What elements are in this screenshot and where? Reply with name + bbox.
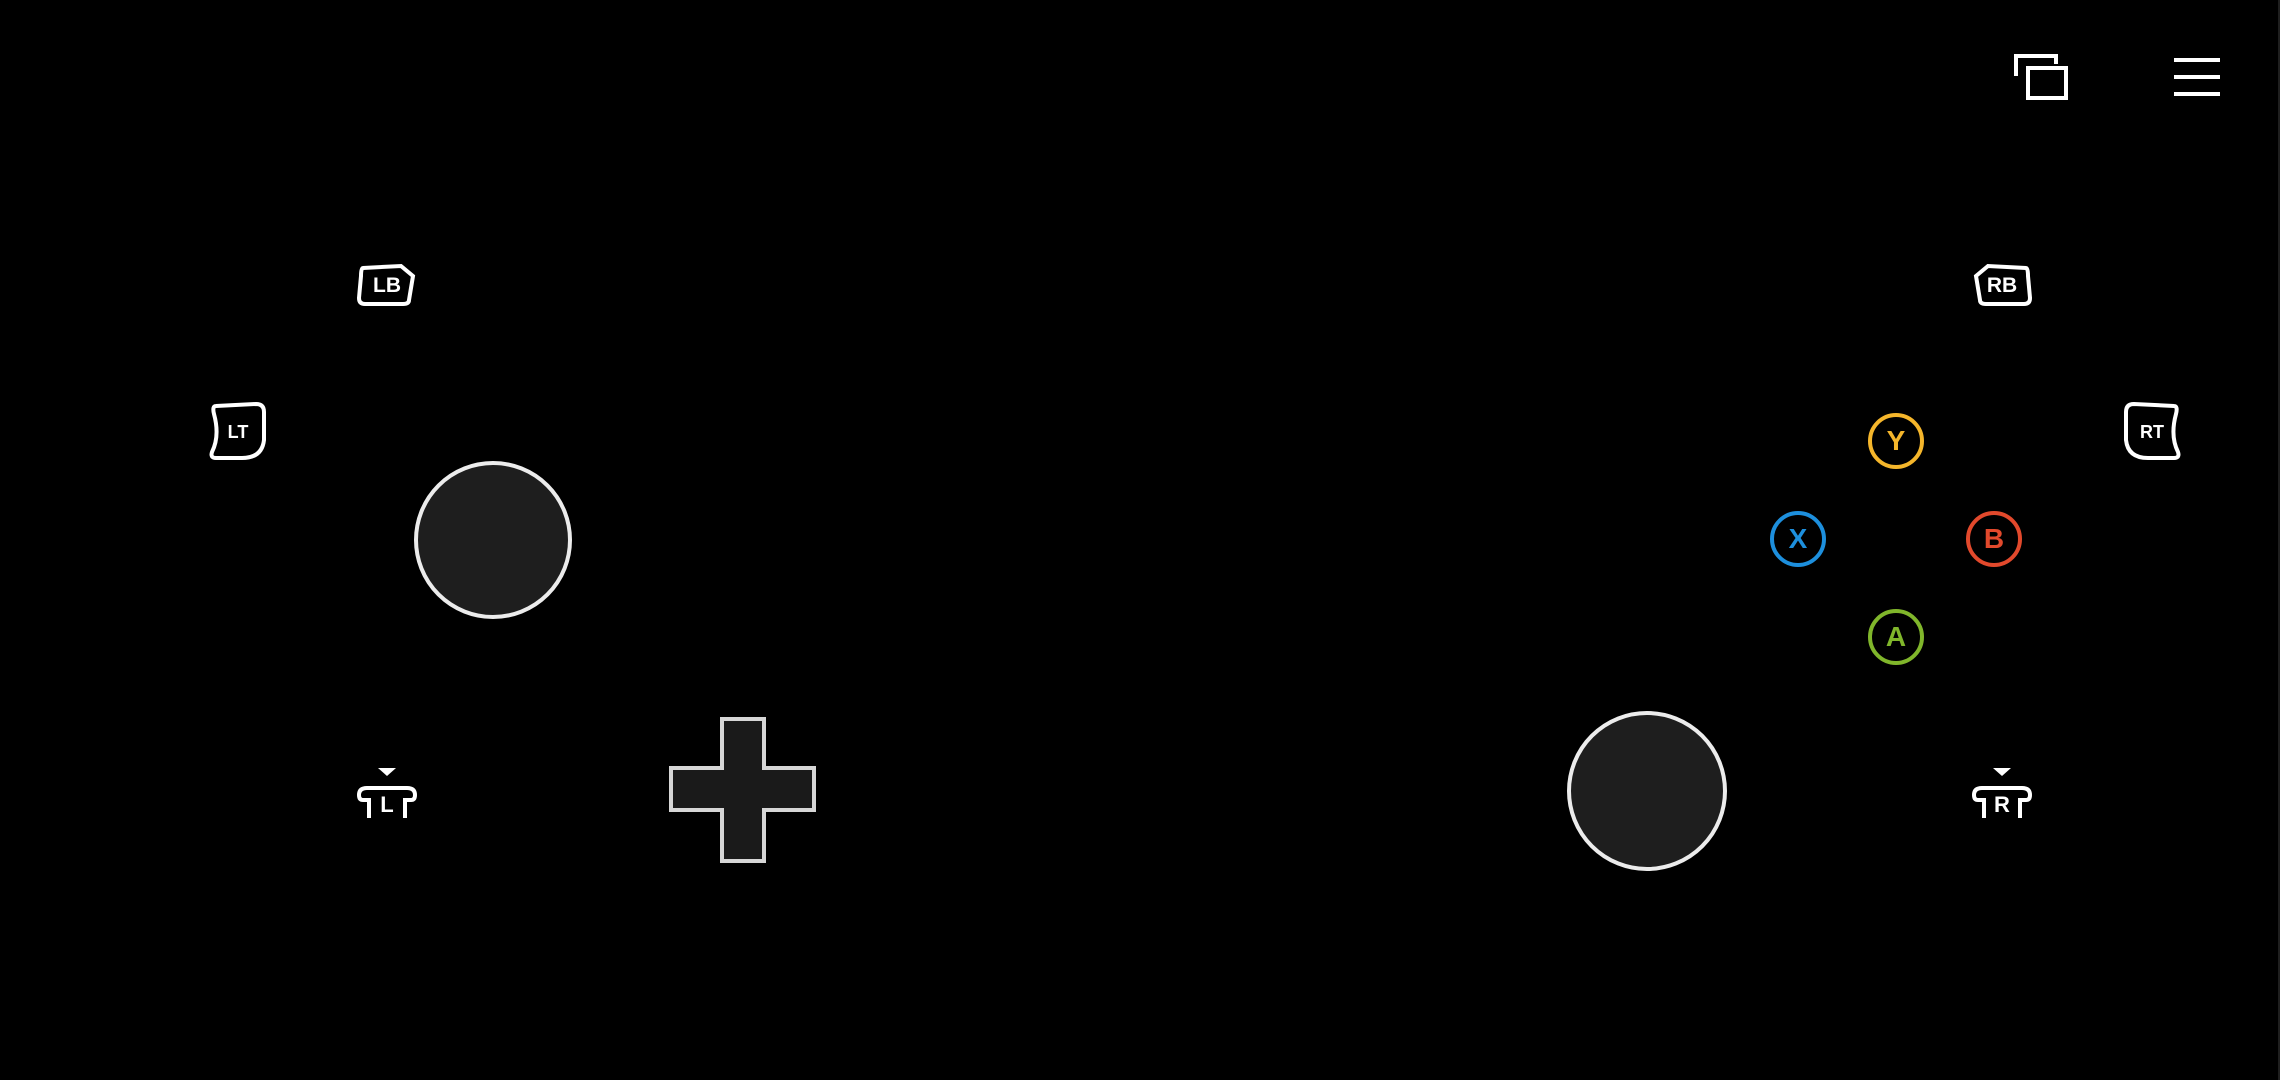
hamburger-menu-icon — [2174, 58, 2220, 96]
left-trigger-button[interactable]: LT — [208, 400, 268, 462]
dpad[interactable] — [668, 716, 818, 864]
left-stick-click-label: L — [380, 792, 394, 817]
b-button[interactable]: B — [1966, 511, 2022, 567]
switch-screen-button[interactable] — [2010, 50, 2074, 106]
left-thumbstick[interactable] — [414, 461, 572, 619]
right-trigger-button[interactable]: RT — [2122, 400, 2182, 462]
left-stick-click-button[interactable]: L — [355, 764, 419, 824]
menu-button[interactable] — [2170, 52, 2224, 102]
y-button[interactable]: Y — [1868, 413, 1924, 469]
right-trigger-label: RT — [2140, 421, 2164, 442]
right-stick-click-button[interactable]: R — [1970, 764, 2034, 824]
left-bumper-button[interactable]: LB — [355, 262, 419, 308]
right-stick-click-label: R — [1994, 792, 2010, 817]
right-bumper-button[interactable]: RB — [1970, 262, 2034, 308]
x-button[interactable]: X — [1770, 511, 1826, 567]
left-trigger-label: LT — [227, 421, 249, 442]
right-bumper-label: RB — [1986, 274, 2018, 297]
dpad-icon — [669, 717, 816, 863]
left-bumper-label: LB — [373, 274, 401, 297]
right-thumbstick[interactable] — [1567, 711, 1727, 871]
switch-screen-icon — [2014, 54, 2068, 100]
a-button[interactable]: A — [1868, 609, 1924, 665]
